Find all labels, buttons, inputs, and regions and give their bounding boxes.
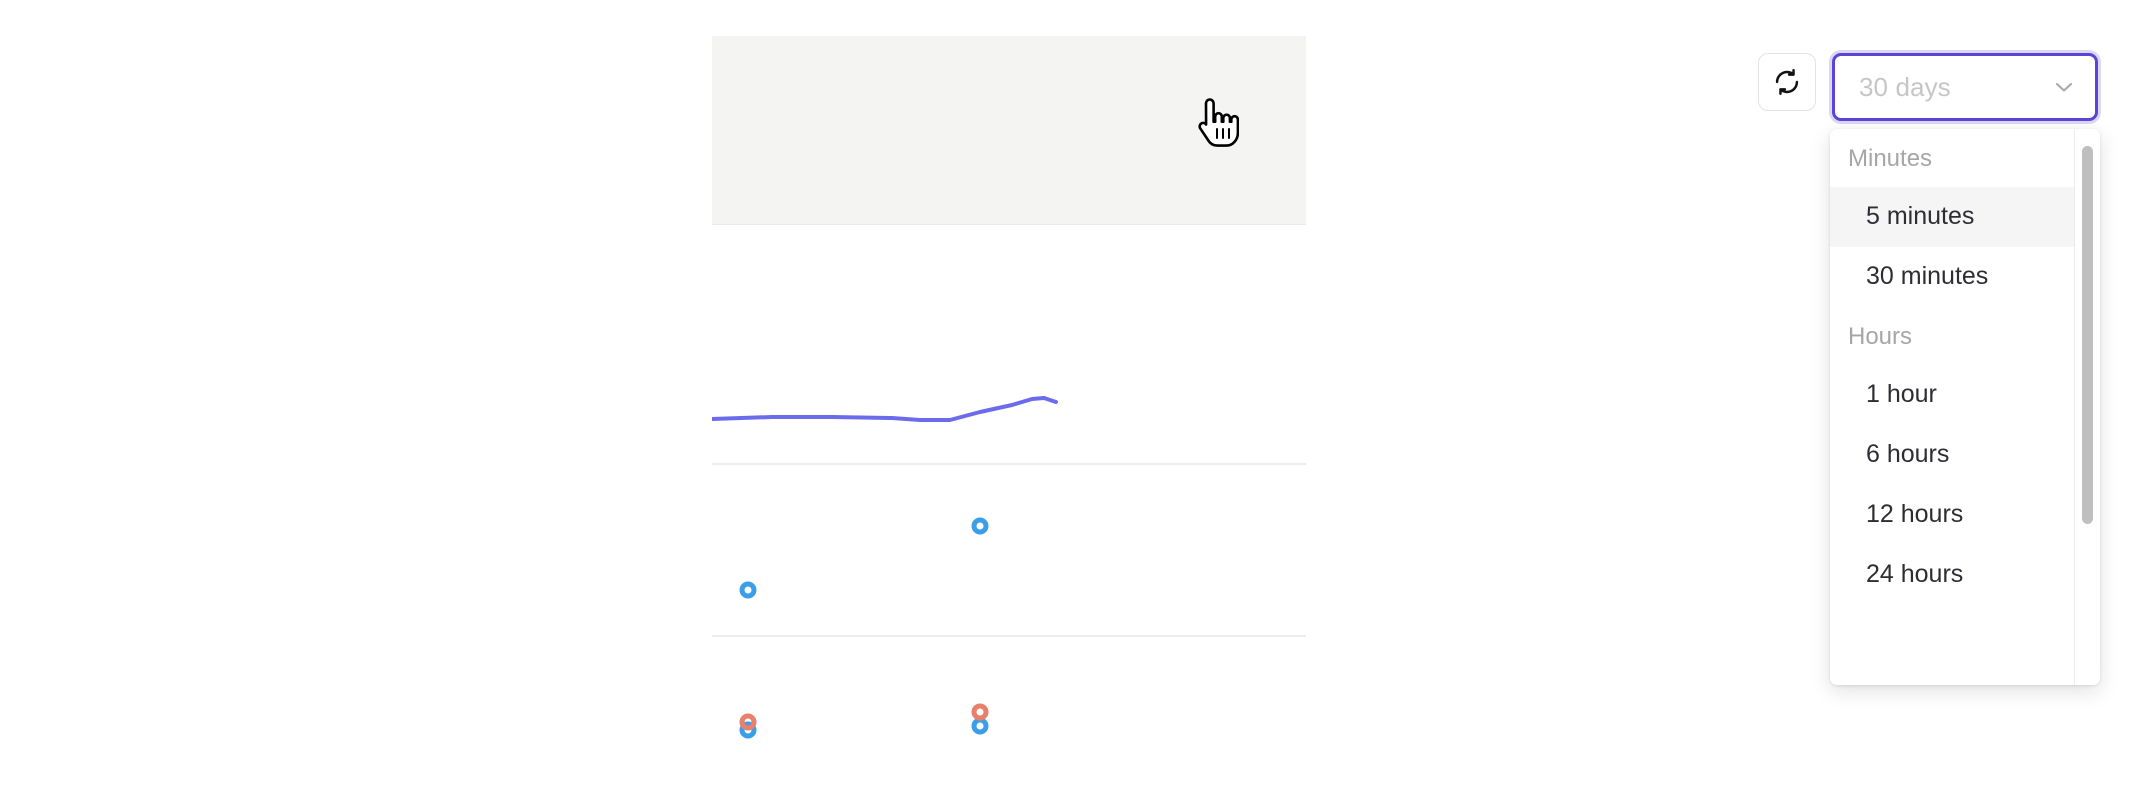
chart-marker-blue-markers[interactable] — [971, 517, 989, 535]
refresh-icon — [1775, 68, 1799, 96]
dropdown-scrollbar-thumb[interactable] — [2082, 146, 2093, 524]
metrics-card — [712, 36, 1306, 770]
dropdown-option[interactable]: 6 hours — [1830, 425, 2074, 485]
dropdown-option[interactable]: 30 minutes — [1830, 247, 2074, 307]
dropdown-scrollbar-track[interactable] — [2074, 129, 2100, 685]
dropdown-option[interactable]: 5 minutes — [1830, 187, 2074, 247]
dropdown-option[interactable]: 1 hour — [1830, 365, 2074, 425]
card-toolbar: 30 days Minutes 5 minutes 30 minutes Hours 1… — [1758, 53, 2100, 685]
dropdown-option[interactable]: 12 hours — [1830, 485, 2074, 545]
chart-marker-orange-markers[interactable] — [971, 703, 989, 721]
card-body — [712, 225, 1306, 770]
time-range-selector: 30 days Minutes 5 minutes 30 minutes Hours 1… — [1830, 53, 2100, 685]
refresh-button[interactable] — [1758, 53, 1816, 111]
chart-marker-blue-markers[interactable] — [971, 717, 989, 735]
chart-marker-blue-markers[interactable] — [739, 581, 757, 599]
option-group-label: Hours — [1848, 323, 1913, 350]
dropdown-option[interactable]: 24 hours — [1830, 545, 2074, 605]
time-range-option-list: Minutes 5 minutes 30 minutes Hours 1 hour 6 h… — [1830, 129, 2074, 685]
time-range-dropdown: Minutes 5 minutes 30 minutes Hours 1 hour 6 h… — [1830, 129, 2100, 685]
option-group-label: Minutes — [1848, 145, 1933, 172]
chart-line-trend-line — [712, 396, 1058, 422]
time-range-value: 30 days — [1859, 71, 1951, 102]
card-header — [712, 36, 1306, 225]
metrics-chart — [712, 396, 1306, 739]
chevron-down-icon — [2055, 82, 2073, 92]
time-range-select[interactable]: 30 days — [1832, 53, 2098, 121]
